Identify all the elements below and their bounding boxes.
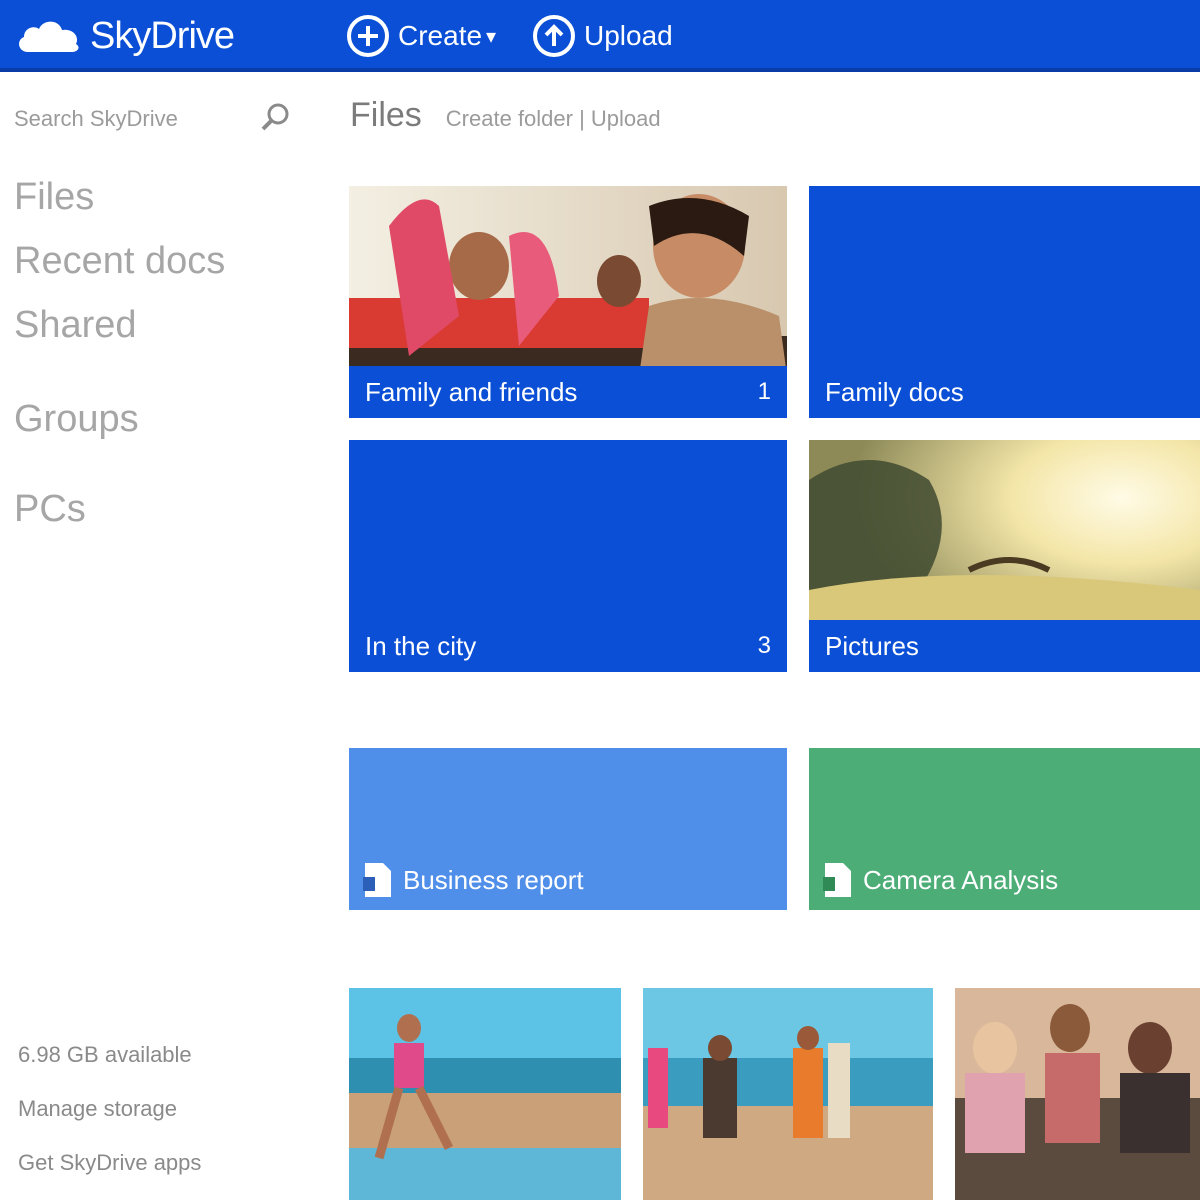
search-input[interactable] [12, 96, 246, 142]
tile-caption: Pictures [809, 620, 1200, 672]
tile-count: 3 [757, 632, 771, 659]
tile-caption: Business report [349, 850, 787, 910]
create-label: Create [398, 20, 483, 51]
sidebar-item-groups[interactable]: Groups [14, 398, 139, 441]
tile-caption: Family docs [809, 366, 1200, 418]
upload-arrow-icon [533, 15, 575, 57]
tile-label: Family docs [825, 376, 964, 407]
document-icon [823, 863, 851, 897]
chevron-down-icon: ▾ [486, 25, 497, 48]
tile-label: Business report [403, 864, 584, 895]
document-icon [363, 863, 391, 897]
upload-label: Upload [584, 20, 673, 51]
breadcrumb: Files Create folder | Upload [350, 96, 661, 135]
folder-tile-in-the-city[interactable]: In the city 3 [349, 440, 787, 672]
tile-label: Camera Analysis [863, 864, 1059, 895]
tile-label: Family and friends [365, 376, 578, 407]
manage-storage-link[interactable]: Manage storage [18, 1096, 177, 1122]
sidebar-item-shared[interactable]: Shared [14, 304, 137, 347]
breadcrumb-actions[interactable]: Create folder | Upload [446, 106, 661, 132]
tile-label: In the city [365, 630, 477, 661]
tile-caption: In the city 3 [349, 620, 787, 672]
photo-thumbnail [955, 988, 1200, 1200]
storage-available: 6.98 GB available [18, 1042, 192, 1067]
create-button[interactable]: Create ▾ [346, 12, 496, 60]
tile-count: 1 [757, 378, 771, 405]
brand-name: SkyDrive [90, 14, 235, 57]
folder-tile-pictures[interactable]: Pictures [809, 440, 1200, 672]
photo-tile[interactable] [643, 988, 933, 1200]
cloud-icon [19, 21, 79, 52]
tile-label: Pictures [825, 630, 919, 661]
sidebar-item-files[interactable]: Files [14, 176, 94, 219]
photo-thumbnail [643, 988, 933, 1200]
folder-tile-family-docs[interactable]: Family docs [809, 186, 1200, 418]
search-box [12, 96, 312, 142]
photo-thumbnail [349, 988, 621, 1200]
photo-tile[interactable] [349, 988, 621, 1200]
folder-tile-family-and-friends[interactable]: Family and friends 1 [349, 186, 787, 418]
get-apps-link[interactable]: Get SkyDrive apps [18, 1150, 201, 1176]
upload-button[interactable]: Upload [532, 12, 673, 60]
tile-caption: Family and friends 1 [349, 366, 787, 418]
photo-tile[interactable] [955, 988, 1200, 1200]
top-bar: SkyDrive Create ▾ Upload [0, 0, 1200, 72]
brand-logo[interactable]: SkyDrive [14, 12, 235, 60]
plus-circle-icon [347, 15, 389, 57]
page-title: Files [350, 96, 422, 134]
document-tile-camera-analysis[interactable]: Camera Analysis [809, 748, 1200, 910]
document-tile-business-report[interactable]: Business report [349, 748, 787, 910]
sidebar-item-pcs[interactable]: PCs [14, 488, 86, 531]
sidebar-item-recent-docs[interactable]: Recent docs [14, 240, 225, 283]
tile-caption: Camera Analysis [809, 850, 1200, 910]
search-icon[interactable] [258, 100, 292, 134]
